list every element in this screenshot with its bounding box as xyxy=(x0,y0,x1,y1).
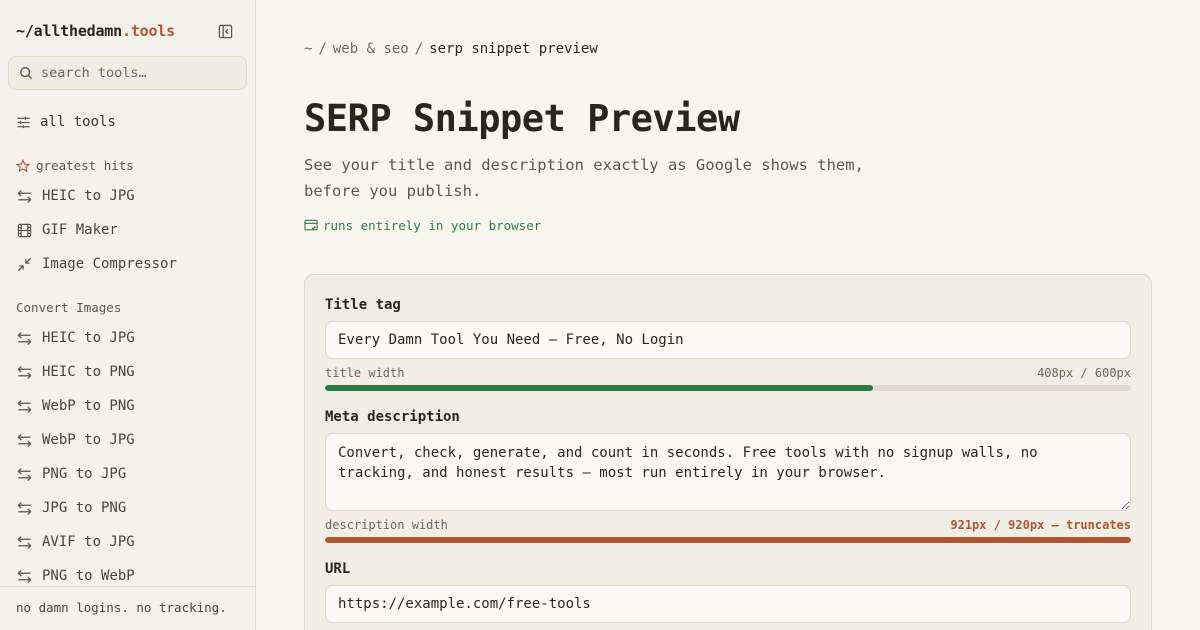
convert-images-item[interactable]: PNG to JPG xyxy=(16,464,126,484)
film-icon xyxy=(16,222,32,238)
convert-images-item[interactable]: PNG to WebP xyxy=(16,566,135,586)
page-title: SERP Snippet Preview xyxy=(304,97,740,140)
greatest-hits-item[interactable]: GIF Maker xyxy=(16,220,118,240)
breadcrumb-current: serp snippet preview xyxy=(429,41,598,57)
meta-description-input[interactable]: Convert, check, generate, and count in s… xyxy=(325,433,1131,511)
title-width-track xyxy=(325,385,1131,391)
arrows-exchange-icon xyxy=(16,466,32,482)
arrows-exchange-icon xyxy=(16,500,32,516)
logo-suffix: .tools xyxy=(121,22,175,40)
breadcrumb: ~ / web & seo / serp snippet preview xyxy=(304,41,598,57)
greatest-hits-item[interactable]: HEIC to JPG xyxy=(16,186,135,206)
site-logo[interactable]: ~/allthedamn.tools xyxy=(16,22,175,40)
sidebar-collapse-icon xyxy=(218,24,232,38)
arrows-exchange-icon xyxy=(16,330,32,346)
greatest-hits-item-label: HEIC to JPG xyxy=(42,188,135,204)
convert-images-label: Convert Images xyxy=(16,300,122,315)
breadcrumb-category[interactable]: web & seo xyxy=(333,41,409,57)
sidebar: ~/allthedamn.tools all tools greatest hi… xyxy=(0,0,256,630)
title-width-value: 408px / 600px xyxy=(1037,366,1131,380)
arrows-exchange-icon xyxy=(16,398,32,414)
all-tools-label: all tools xyxy=(40,114,116,130)
sidebar-footer: no damn logins. no tracking. xyxy=(0,586,255,630)
convert-images-item-label: WebP to PNG xyxy=(42,398,135,414)
convert-images-item[interactable]: AVIF to JPG xyxy=(16,532,135,552)
sliders-icon xyxy=(17,116,30,128)
arrows-exchange-icon xyxy=(16,432,32,448)
convert-images-item-label: PNG to WebP xyxy=(42,568,135,584)
nav-all-tools[interactable]: all tools xyxy=(16,112,116,132)
description-width-track xyxy=(325,537,1131,543)
greatest-hits-item-label: GIF Maker xyxy=(42,222,118,238)
breadcrumb-separator: / xyxy=(414,41,424,57)
browser-check-icon xyxy=(304,219,318,231)
star-icon xyxy=(16,158,30,172)
greatest-hits-item[interactable]: Image Compressor xyxy=(16,254,177,274)
title-width-label: title width xyxy=(325,366,405,380)
arrows-exchange-icon xyxy=(16,364,32,380)
local-processing-badge: runs entirely in your browser xyxy=(304,218,541,233)
meta-description-label: Meta description xyxy=(325,409,460,425)
title-width-meter-row: title width 408px / 600px xyxy=(325,366,1131,380)
serp-form-panel: Title tag title width 408px / 600px Meta… xyxy=(304,274,1152,630)
convert-images-item-label: HEIC to JPG xyxy=(42,330,135,346)
page-subtitle: See your title and description exactly a… xyxy=(304,156,864,200)
logo-row: ~/allthedamn.tools xyxy=(16,20,235,42)
convert-images-item-label: HEIC to PNG xyxy=(42,364,135,380)
compress-arrows-icon xyxy=(16,256,32,272)
logo-prefix: ~/allthedamn xyxy=(16,22,122,40)
breadcrumb-root[interactable]: ~ xyxy=(304,41,312,57)
convert-images-item[interactable]: HEIC to JPG xyxy=(16,328,135,348)
convert-images-item-label: WebP to JPG xyxy=(42,432,135,448)
convert-images-item[interactable]: WebP to JPG xyxy=(16,430,135,450)
arrows-exchange-icon xyxy=(16,534,32,550)
convert-images-item-label: PNG to JPG xyxy=(42,466,127,482)
convert-images-item-label: AVIF to JPG xyxy=(42,534,135,550)
url-input[interactable] xyxy=(325,585,1131,623)
search-box[interactable] xyxy=(8,56,247,90)
arrows-exchange-icon xyxy=(16,188,32,204)
local-badge-label: runs entirely in your browser xyxy=(323,218,542,233)
arrows-exchange-icon xyxy=(16,568,32,584)
convert-images-item[interactable]: HEIC to PNG xyxy=(16,362,135,382)
search-icon xyxy=(20,67,33,80)
description-width-value: 921px / 920px — truncates xyxy=(950,518,1131,532)
convert-images-item[interactable]: JPG to PNG xyxy=(16,498,126,518)
description-width-label: description width xyxy=(325,518,448,532)
description-width-meter-row: description width 921px / 920px — trunca… xyxy=(325,518,1131,532)
greatest-hits-item-label: Image Compressor xyxy=(42,256,177,272)
greatest-hits-label: greatest hits xyxy=(36,158,134,173)
title-tag-label: Title tag xyxy=(325,297,401,313)
collapse-sidebar-button[interactable] xyxy=(215,21,235,41)
section-convert-images: Convert Images xyxy=(16,300,121,315)
search-input[interactable] xyxy=(41,65,231,81)
url-label: URL xyxy=(325,561,351,577)
title-tag-input[interactable] xyxy=(325,321,1131,359)
convert-images-item[interactable]: WebP to PNG xyxy=(16,396,135,416)
breadcrumb-separator: / xyxy=(318,41,327,57)
convert-images-item-label: JPG to PNG xyxy=(42,500,127,516)
section-greatest-hits: greatest hits xyxy=(16,158,134,173)
description-width-fill xyxy=(325,537,1131,543)
title-width-fill xyxy=(325,385,874,391)
